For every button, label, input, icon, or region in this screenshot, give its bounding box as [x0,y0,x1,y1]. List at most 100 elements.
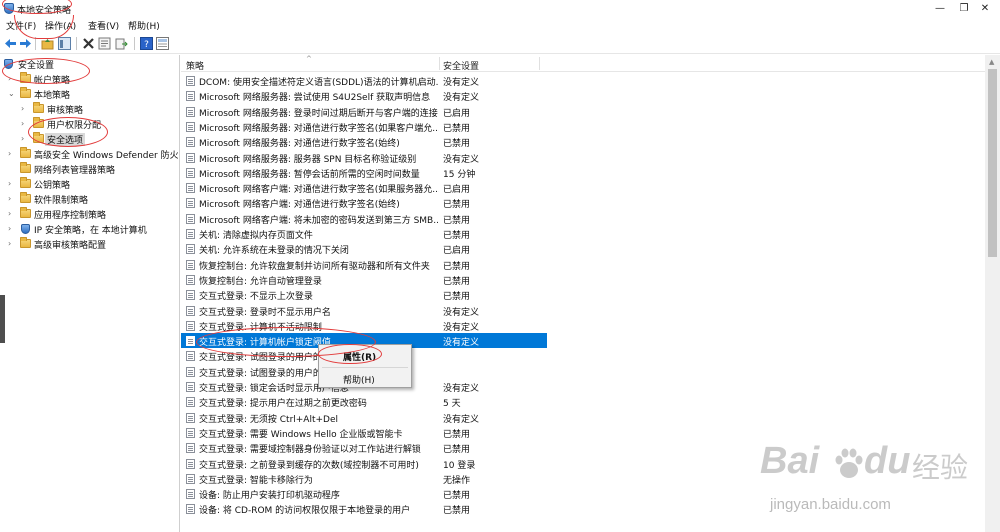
table-row[interactable]: 交互式登录: 计算机不活动限制 没有定义 [181,318,985,333]
policy-name: 设备: 将 CD-ROM 的访问权限仅限于本地登录的用户 [199,506,411,517]
table-row[interactable]: Microsoft 网络服务器: 对通信进行数字签名(如果客户端允... 已禁用 [181,119,985,134]
expand-arrow-icon[interactable]: › [8,72,16,86]
table-row[interactable]: 交互式登录: 不显示上次登录 已禁用 [181,287,985,302]
expand-arrow-icon[interactable]: › [21,102,29,116]
tree-item-label: 软件限制策略 [34,196,89,206]
tree-item-security-settings[interactable]: 安全设置 [2,57,178,71]
tree-item-advanced-audit[interactable]: › 高级审核策略配置 [2,237,178,251]
context-menu-properties[interactable]: 属性(R) [343,350,376,363]
policy-name: 交互式登录: 提示用户在过期之前更改密码 [199,399,367,410]
tree-item-account-policy[interactable]: › 帐户策略 [2,72,178,86]
folder-icon [20,162,31,173]
policy-icon [186,397,195,408]
close-button[interactable]: ✕ [965,0,1000,17]
column-header-policy[interactable]: 策略 [186,59,204,72]
table-row[interactable]: Microsoft 网络服务器: 暂停会话前所需的空闲时间数量 15 分钟 [181,165,985,180]
policy-setting: 已启用 [443,246,471,257]
policy-icon [186,259,195,270]
policy-icon [186,167,195,178]
expand-arrow-icon[interactable]: › [8,177,16,191]
expand-arrow-icon[interactable]: › [8,237,16,251]
folder-icon [33,132,44,143]
expand-arrow-icon[interactable]: › [21,132,29,146]
expand-arrow-icon[interactable]: › [8,147,16,161]
table-row[interactable]: 关机: 允许系统在未登录的情况下关闭 已启用 [181,241,985,256]
policy-name: 恢复控制台: 允许自动管理登录 [199,276,322,287]
scroll-up-icon[interactable]: ▲ [989,58,994,66]
table-row[interactable]: 交互式登录: 试图登录的用户的 [181,348,985,363]
table-row[interactable]: Microsoft 网络服务器: 对通信进行数字签名(始终) 已禁用 [181,134,985,149]
up-folder-icon[interactable] [41,37,54,50]
menu-help[interactable]: 帮助(H) [128,19,160,32]
tree-item-software-restriction[interactable]: › 软件限制策略 [2,192,178,206]
table-row[interactable]: Microsoft 网络客户端: 对通信进行数字签名(如果服务器允... 已启用 [181,180,985,195]
shield-icon [4,59,13,69]
policy-icon [186,473,195,484]
tree-item-label: 公钥策略 [34,181,71,191]
policy-setting: 5 天 [443,399,461,410]
table-row[interactable]: 恢复控制台: 允许软盘复制并访问所有驱动器和所有文件夹 已禁用 [181,257,985,272]
tree-item-label: 安全设置 [18,61,55,71]
table-row[interactable]: DCOM: 使用安全描述符定义语言(SDDL)语法的计算机启动... 没有定义 [181,73,985,88]
expand-arrow-icon[interactable]: › [8,192,16,206]
table-row[interactable]: Microsoft 网络客户端: 对通信进行数字签名(始终) 已禁用 [181,195,985,210]
properties-icon[interactable] [98,37,111,50]
tree-item-ip-security[interactable]: › IP 安全策略，在 本地计算机 [2,222,178,236]
policy-setting: 已禁用 [443,231,471,241]
scrollbar-thumb[interactable] [988,69,997,257]
show-pane-icon[interactable] [58,37,71,50]
back-icon[interactable] [4,37,17,50]
table-row[interactable]: 交互式登录: 试图登录的用户的 [181,364,985,379]
tree-item-app-control[interactable]: › 应用程序控制策略 [2,207,178,221]
table-row[interactable]: 交互式登录: 提示用户在过期之前更改密码 5 天 [181,394,985,409]
tree-item-user-rights[interactable]: › 用户权限分配 [2,117,178,131]
help-icon[interactable]: ? [140,37,153,50]
policy-icon [186,121,195,132]
forward-icon[interactable] [19,37,32,50]
column-header-setting[interactable]: 安全设置 [443,59,479,72]
policy-icon [186,412,195,423]
table-row[interactable]: 关机: 清除虚拟内存页面文件 已禁用 [181,226,985,241]
table-row[interactable]: 交互式登录: 登录时不显示用户名 没有定义 [181,303,985,318]
export-icon[interactable] [115,37,128,50]
table-row[interactable]: 交互式登录: 锁定会话时显示用户信息 没有定义 [181,379,985,394]
tree-item-network-list[interactable]: 网络列表管理器策略 [2,162,178,176]
policy-icon [186,183,195,194]
table-row[interactable]: Microsoft 网络服务器: 尝试使用 S4U2Self 获取声明信息 没有定… [181,88,985,103]
table-row[interactable]: 交互式登录: 需要 Windows Hello 企业版或智能卡 已禁用 [181,425,985,440]
view-icon[interactable] [156,37,169,50]
menu-action[interactable]: 操作(A) [45,19,76,32]
tree-item-audit-policy[interactable]: › 审核策略 [2,102,178,116]
policy-name: 交互式登录: 登录时不显示用户名 [199,307,331,318]
left-scroll-indicator[interactable] [0,295,5,343]
policy-name: Microsoft 网络服务器: 对通信进行数字签名(始终) [199,139,400,150]
tree-item-security-options[interactable]: › 安全选项 [2,132,178,146]
policy-name: 关机: 清除虚拟内存页面文件 [199,231,313,241]
table-row[interactable]: Microsoft 网络服务器: 服务器 SPN 目标名称验证级别 没有定义 [181,150,985,165]
policy-setting: 已禁用 [443,123,471,134]
tree-item-local-policy[interactable]: ⌄ 本地策略 [2,87,178,101]
table-row[interactable]: Microsoft 网络服务器: 登录时间过期后断开与客户端的连接 已启用 [181,104,985,119]
expand-arrow-icon[interactable]: › [8,222,16,236]
tree-item-label: 安全选项 [45,133,86,146]
table-row[interactable]: 交互式登录: 无须按 Ctrl+Alt+Del 没有定义 [181,410,985,425]
expand-arrow-icon[interactable]: › [8,207,16,221]
policy-setting: 已禁用 [443,276,471,287]
tree-item-public-key[interactable]: › 公钥策略 [2,177,178,191]
tree-item-defender-firewall[interactable]: › 高级安全 Windows Defender 防火墙 [2,147,178,161]
table-row[interactable]: 恢复控制台: 允许自动管理登录 已禁用 [181,272,985,287]
toolbar-separator [76,37,77,50]
column-divider[interactable] [539,57,540,70]
delete-icon[interactable] [82,37,95,50]
tree-item-label: IP 安全策略，在 本地计算机 [34,226,147,236]
table-row[interactable]: Microsoft 网络客户端: 将未加密的密码发送到第三方 SMB... 已禁用 [181,211,985,226]
policy-name: 交互式登录: 之前登录到缓存的次数(域控制器不可用时) [199,460,419,471]
menu-file[interactable]: 文件(F) [6,19,36,32]
policy-icon [186,106,195,117]
sort-ascending-icon: ^ [306,55,312,63]
menu-view[interactable]: 查看(V) [88,19,119,32]
column-divider[interactable] [439,57,440,70]
expand-arrow-icon[interactable]: › [21,117,29,131]
collapse-arrow-icon[interactable]: ⌄ [8,87,16,101]
context-menu-help[interactable]: 帮助(H) [343,373,375,386]
